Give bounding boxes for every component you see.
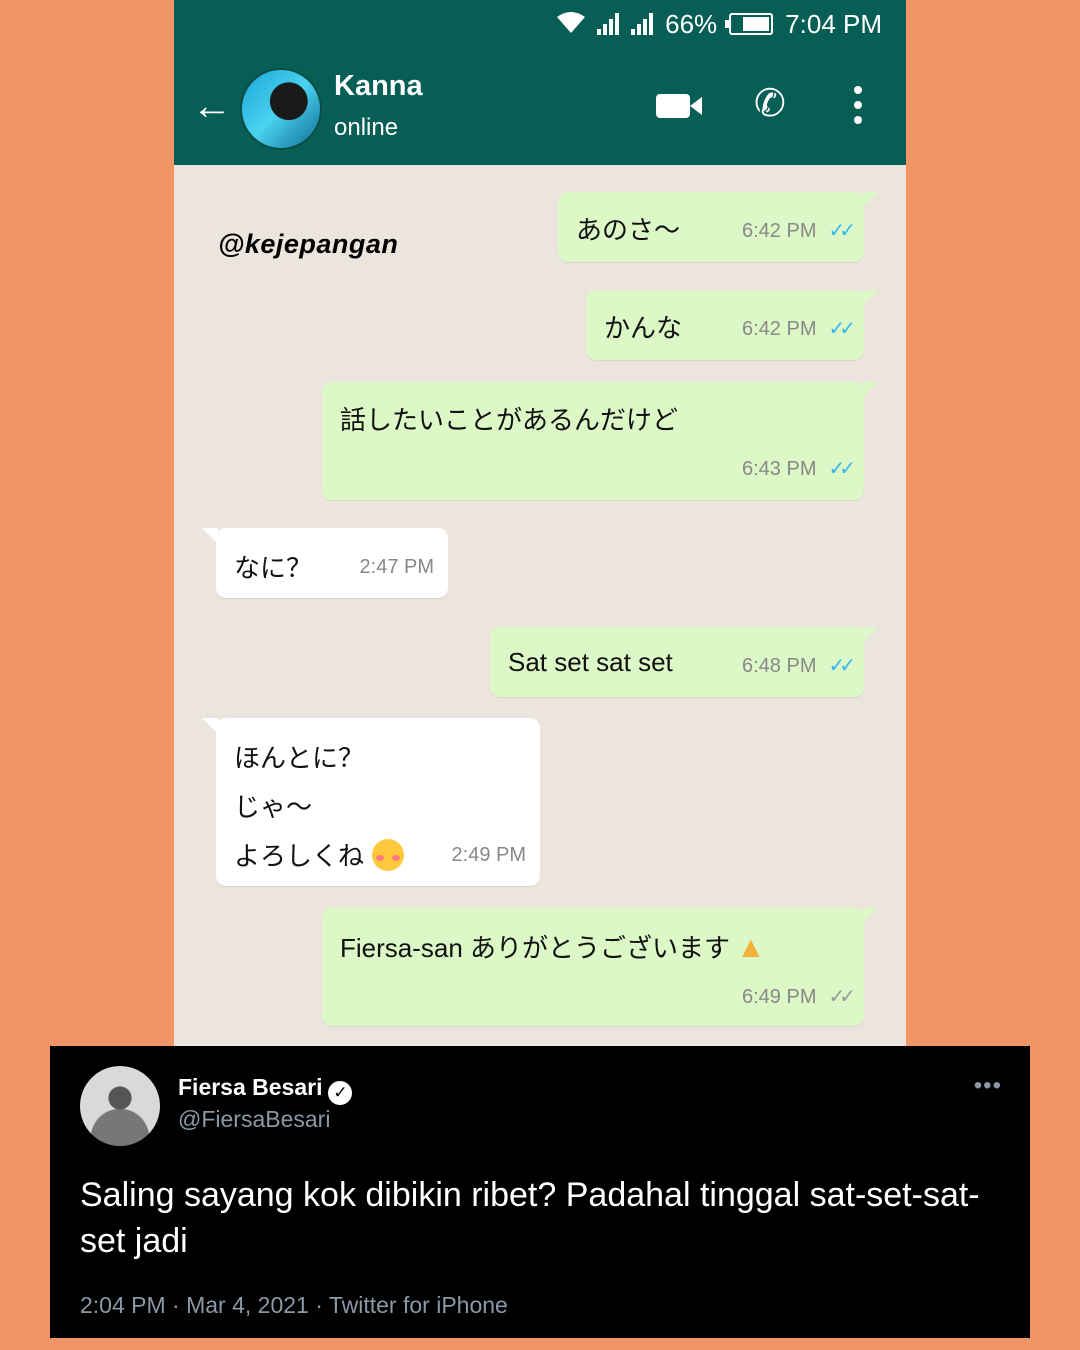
contact-status: online	[334, 114, 399, 141]
message-line: じゃ〜	[234, 792, 313, 822]
watermark: @kejepangan	[218, 229, 399, 259]
read-ticks-icon: ✓✓	[828, 220, 855, 242]
message-time: 2:49 PM	[451, 844, 526, 866]
phone-call-icon[interactable]: ✆	[754, 84, 786, 124]
battery-percent: 66%	[665, 8, 718, 39]
message-bubble[interactable]: なに？ 2:47 PM	[202, 528, 448, 598]
tweet-author-name: Fiersa Besari	[178, 1074, 323, 1100]
message-time: 6:42 PM	[742, 220, 817, 242]
message-meta: 6:42 PM ✓✓	[742, 316, 856, 341]
clock: 7:04 PM	[785, 8, 882, 39]
contact-name[interactable]: Kanna	[334, 70, 423, 103]
message-time: 6:49 PM	[742, 986, 817, 1008]
status-bar: 66% 7:04 PM	[174, 0, 906, 48]
more-options-icon[interactable]	[854, 86, 862, 124]
message-text: なに？	[234, 553, 313, 583]
message-bubble[interactable]: あのさ〜 6:42 PM ✓✓	[558, 192, 878, 262]
smiling-face-with-hearts-icon	[372, 839, 405, 871]
message-time: 2:47 PM	[359, 556, 434, 578]
tweet-card[interactable]: Fiersa Besari ✓ @FiersaBesari ••• Saling …	[50, 1046, 1030, 1338]
message-time: 6:48 PM	[742, 655, 817, 677]
signal-icon-2	[631, 13, 654, 35]
chat-area[interactable]: @kejepangan あのさ〜 6:42 PM ✓✓ かんな 6:42 PM ✓✓…	[174, 165, 906, 1046]
tweet-meta[interactable]: 2:04 PM · Mar 4, 2021 · Twitter for iPho…	[80, 1292, 508, 1319]
read-ticks-icon: ✓✓	[828, 458, 855, 480]
folded-hands-icon: ▲	[736, 931, 766, 964]
message-meta: 6:48 PM ✓✓	[742, 653, 856, 678]
message-meta: 6:43 PM ✓✓	[742, 456, 856, 481]
message-text: Fiersa-san ありがとうございます	[340, 933, 731, 963]
message-time: 6:43 PM	[742, 458, 817, 480]
contact-avatar[interactable]	[240, 68, 322, 150]
tweet-author[interactable]: Fiersa Besari ✓	[178, 1074, 353, 1105]
wifi-icon	[557, 9, 586, 40]
message-text-with-emoji: Fiersa-san ありがとうございます ▲	[340, 928, 766, 965]
tweet-text: Saling sayang kok dibikin ribet? Padahal…	[80, 1176, 980, 1260]
read-ticks-icon: ✓✓	[828, 318, 855, 340]
message-bubble[interactable]: ほんとに？ じゃ〜 よろしくね 2:49 PM	[202, 718, 540, 886]
read-ticks-icon: ✓✓	[828, 655, 855, 677]
message-meta: 6:42 PM ✓✓	[742, 218, 856, 243]
battery-icon	[725, 13, 774, 35]
video-call-icon[interactable]	[656, 94, 702, 118]
verified-badge-icon: ✓	[328, 1081, 353, 1105]
message-bubble[interactable]: Fiersa-san ありがとうございます ▲ 6:49 PM ✓✓	[322, 908, 878, 1026]
message-line: よろしくね	[234, 841, 365, 871]
whatsapp-screenshot: 66% 7:04 PM ← Kanna online ✆ @kejepangan…	[174, 0, 906, 1046]
tweet-author-avatar[interactable]	[80, 1066, 160, 1146]
message-time: 6:42 PM	[742, 318, 817, 340]
message-text: Sat set sat set	[508, 647, 673, 677]
delivered-ticks-icon: ✓✓	[828, 986, 855, 1008]
message-text: 話したいことがあるんだけど	[340, 405, 679, 435]
message-meta: 6:49 PM ✓✓	[742, 984, 856, 1009]
chat-header: ← Kanna online ✆	[174, 48, 906, 165]
message-bubble[interactable]: かんな 6:42 PM ✓✓	[586, 290, 878, 360]
more-options-icon[interactable]: •••	[974, 1072, 1002, 1100]
message-line: ほんとに？	[234, 743, 365, 773]
message-bubble[interactable]: 話したいことがあるんだけど 6:43 PM ✓✓	[322, 382, 878, 500]
tweet-author-handle[interactable]: @FiersaBesari	[178, 1106, 330, 1133]
message-bubble[interactable]: Sat set sat set 6:48 PM ✓✓	[490, 627, 878, 697]
message-text: あのさ〜	[576, 215, 681, 245]
back-arrow-icon[interactable]: ←	[192, 86, 232, 126]
signal-icon	[597, 13, 620, 35]
message-line-with-emoji: よろしくね	[234, 836, 405, 873]
message-text: かんな	[604, 313, 683, 343]
